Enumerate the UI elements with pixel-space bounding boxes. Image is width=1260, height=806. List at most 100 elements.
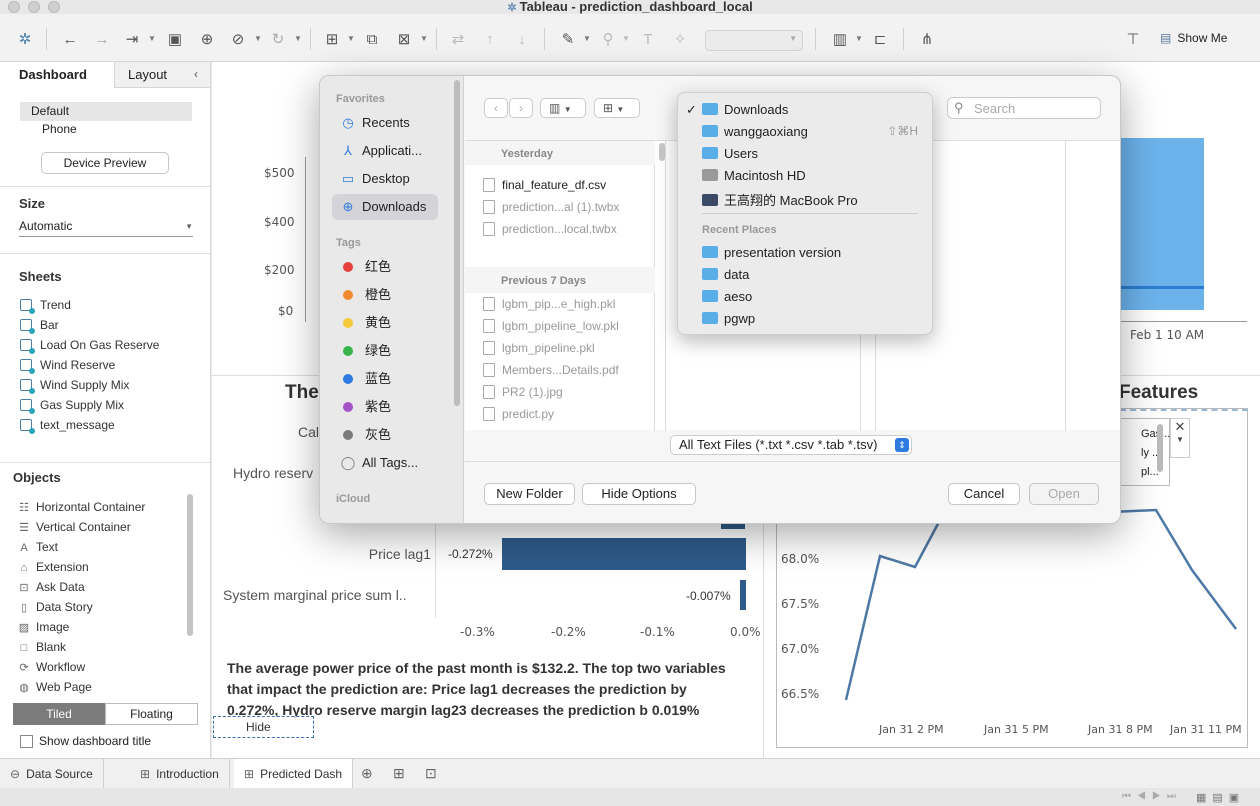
new-worksheet-icon[interactable]: ⊞ xyxy=(322,31,342,49)
collapse-sidebar-icon[interactable]: ‹ xyxy=(194,67,198,81)
cancel-button[interactable]: Cancel xyxy=(948,483,1020,505)
highlight-icon[interactable]: ✎ xyxy=(558,31,578,49)
tab-predicted-dash[interactable]: ⊞ Predicted Dash xyxy=(234,759,354,789)
device-phone[interactable]: Phone xyxy=(42,122,77,136)
all-tags[interactable]: ◯ All Tags... xyxy=(332,450,438,476)
sheet-item[interactable]: Gas Supply Mix xyxy=(20,398,124,414)
device-preview-button[interactable]: Device Preview xyxy=(41,152,169,174)
chevron-down-icon[interactable]: ▼ xyxy=(347,34,355,43)
sheet-item[interactable]: Load On Gas Reserve xyxy=(20,338,159,354)
legend-item[interactable]: ly ... xyxy=(1141,444,1169,463)
tag-yellow[interactable]: 黄色 xyxy=(332,310,438,336)
back-button[interactable]: ‹ xyxy=(484,98,508,118)
file-item[interactable]: predict.py xyxy=(483,407,554,421)
tag-purple[interactable]: 紫色 xyxy=(332,394,438,420)
show-me-button[interactable]: ▤ Show Me xyxy=(1160,31,1227,45)
chevron-down-icon[interactable]: ▼ xyxy=(148,34,156,43)
object-horizontal-container[interactable]: ☷ Horizontal Container xyxy=(17,500,145,514)
chevron-down-icon[interactable]: ▼ xyxy=(1171,435,1189,444)
tag-gray[interactable]: 灰色 xyxy=(332,422,438,448)
sheet-item[interactable]: text_message xyxy=(20,418,115,434)
menu-item-users[interactable]: Users xyxy=(702,146,758,161)
pin-tooltip-icon[interactable]: ⊤ xyxy=(1123,31,1143,49)
new-story-icon[interactable]: ⊡ xyxy=(425,765,437,782)
device-default[interactable]: Default xyxy=(20,102,192,121)
sidebar-item-applications[interactable]: ⅄ Applicati... xyxy=(332,138,438,164)
menu-item-recent[interactable]: aeso xyxy=(702,289,752,304)
show-mark-labels-icon[interactable]: T xyxy=(638,31,658,49)
sidebar-item-recents[interactable]: ◷ Recents xyxy=(332,110,438,136)
hide-button[interactable]: Hide xyxy=(213,716,314,738)
file-item[interactable]: lgbm_pipeline.pkl xyxy=(483,341,595,355)
file-item[interactable]: final_feature_df.csv xyxy=(483,178,606,192)
object-ask-data[interactable]: ⊡ Ask Data xyxy=(17,580,84,594)
view-mode-button[interactable]: ▥ ▼ xyxy=(540,98,586,118)
open-button[interactable]: Open xyxy=(1029,483,1099,505)
size-dropdown[interactable]: Automatic ▼ xyxy=(19,219,193,237)
bar-system-marginal-price[interactable] xyxy=(740,580,746,610)
forward-button[interactable]: › xyxy=(509,98,533,118)
menu-item-downloads[interactable]: Downloads xyxy=(702,102,788,117)
replay-icon[interactable]: ⇥ xyxy=(122,31,142,49)
sheet-item[interactable]: Trend xyxy=(20,298,71,314)
sheet-navigation-icons[interactable]: ⏮◀▶⏭ xyxy=(1122,791,1182,802)
search-input[interactable]: ⚲ Search xyxy=(947,97,1101,119)
object-web-page[interactable]: ◍ Web Page xyxy=(17,680,92,694)
fit-dropdown[interactable]: ▼ xyxy=(705,30,803,51)
swap-axes-icon[interactable]: ⇄ xyxy=(448,31,468,49)
chevron-down-icon[interactable]: ▼ xyxy=(583,34,591,43)
tableau-logo-icon[interactable]: ✲ xyxy=(15,31,35,49)
refresh-icon[interactable]: ↻ xyxy=(268,31,288,49)
tag-red[interactable]: 红色 xyxy=(332,254,438,280)
object-image[interactable]: ▨ Image xyxy=(17,620,70,634)
sidebar-scrollbar[interactable] xyxy=(454,80,460,406)
pin-icon[interactable]: ✧ xyxy=(670,31,690,49)
object-text[interactable]: A Text xyxy=(17,540,58,554)
new-worksheet-icon[interactable]: ⊕ xyxy=(361,765,373,782)
file-type-select[interactable]: All Text Files (*.txt *.csv *.tab *.tsv)… xyxy=(670,435,912,455)
tab-dashboard[interactable]: Dashboard xyxy=(0,62,114,88)
menu-item-home[interactable]: wanggaoxiang xyxy=(702,124,808,139)
menu-item-recent[interactable]: pgwp xyxy=(702,311,755,326)
legend-item[interactable]: Gas... xyxy=(1141,425,1170,444)
file-item[interactable]: lgbm_pip...e_high.pkl xyxy=(483,297,615,311)
tiled-toggle[interactable]: Tiled xyxy=(13,703,105,725)
object-extension[interactable]: ⌂ Extension xyxy=(17,560,89,574)
chevron-down-icon[interactable]: ▼ xyxy=(294,34,302,43)
share-icon[interactable]: ⋔ xyxy=(917,31,937,49)
menu-item-computer[interactable]: 王高翔的 MacBook Pro xyxy=(702,190,858,209)
sidebar-item-downloads[interactable]: ⊕ Downloads xyxy=(332,194,438,220)
new-folder-button[interactable]: New Folder xyxy=(484,483,575,505)
tag-orange[interactable]: 橙色 xyxy=(332,282,438,308)
object-blank[interactable]: □ Blank xyxy=(17,640,66,654)
sheet-item[interactable]: Bar xyxy=(20,318,59,334)
chevron-down-icon[interactable]: ▼ xyxy=(622,34,630,43)
close-icon[interactable]: ✕ xyxy=(1171,419,1189,435)
file-item[interactable]: lgbm_pipeline_low.pkl xyxy=(483,319,619,333)
chevron-down-icon[interactable]: ▼ xyxy=(855,34,863,43)
sheet-item[interactable]: Wind Reserve xyxy=(20,358,115,374)
object-workflow[interactable]: ⟳ Workflow xyxy=(17,660,85,674)
chevron-down-icon[interactable]: ▼ xyxy=(420,34,428,43)
new-dashboard-icon[interactable]: ⊞ xyxy=(393,765,405,782)
view-mode-icons[interactable]: ▦▤▣ xyxy=(1196,791,1245,804)
pause-updates-icon[interactable]: ⊘ xyxy=(228,31,248,49)
legend-scrollbar[interactable] xyxy=(1157,424,1163,472)
tab-introduction[interactable]: ⊞ Introduction xyxy=(130,759,230,789)
chevron-down-icon[interactable]: ▼ xyxy=(254,34,262,43)
sidebar-item-desktop[interactable]: ▭ Desktop xyxy=(332,166,438,192)
presentation-mode-icon[interactable]: ⊏ xyxy=(870,31,890,49)
object-vertical-container[interactable]: ☰ Vertical Container xyxy=(17,520,131,534)
file-item[interactable]: PR2 (1).jpg xyxy=(483,385,563,399)
file-item[interactable]: prediction...al (1).twbx xyxy=(483,200,619,214)
show-cards-icon[interactable]: ▥ xyxy=(830,31,850,49)
sort-descending-icon[interactable]: ↓ xyxy=(512,31,532,49)
tag-blue[interactable]: 蓝色 xyxy=(332,366,438,392)
undo-icon[interactable]: ← xyxy=(60,31,80,49)
file-item[interactable]: Members...Details.pdf xyxy=(483,363,619,377)
sort-ascending-icon[interactable]: ↑ xyxy=(480,31,500,49)
file-item[interactable]: prediction...local.twbx xyxy=(483,222,617,236)
show-title-checkbox[interactable] xyxy=(20,735,33,748)
save-icon[interactable]: ▣ xyxy=(165,31,185,49)
clear-sheet-icon[interactable]: ⊠ xyxy=(394,31,414,49)
